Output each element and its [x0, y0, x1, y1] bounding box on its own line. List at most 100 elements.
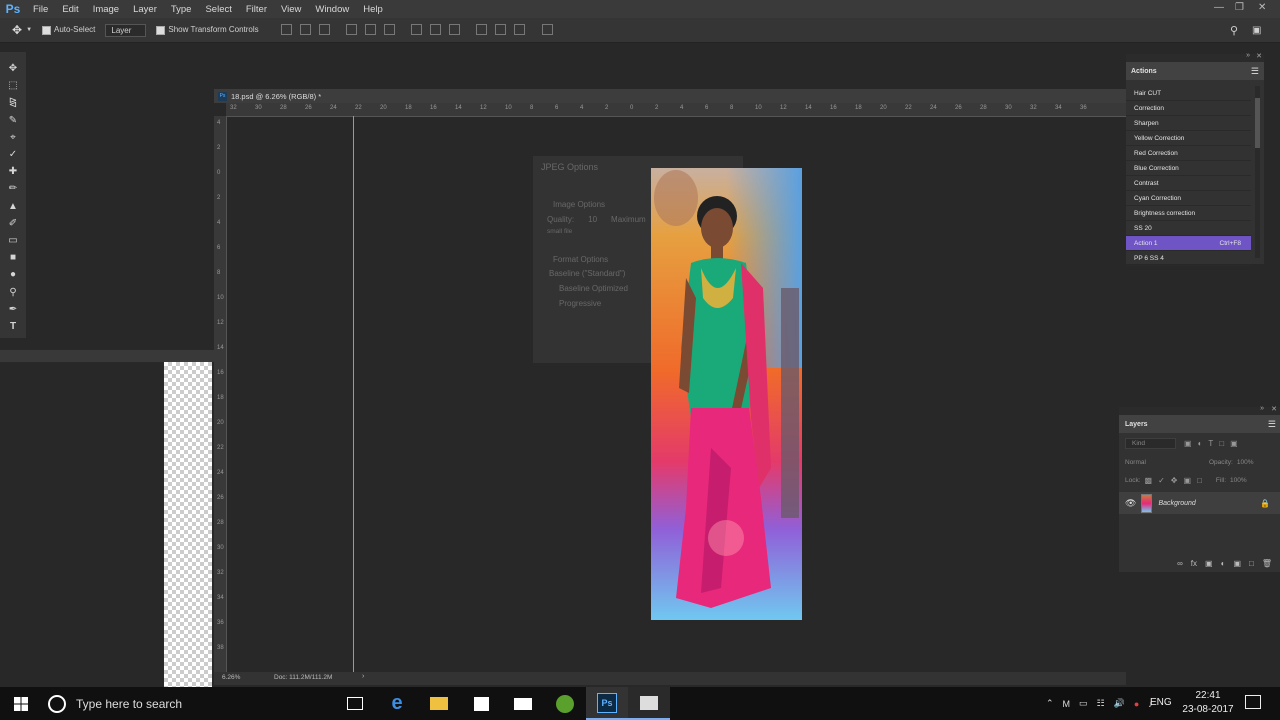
layer-name[interactable]: Background: [1158, 500, 1195, 507]
action-item[interactable]: Action 1 Ctrl+F8: [1126, 236, 1251, 251]
photoshop-taskbar-icon[interactable]: Ps: [586, 687, 628, 720]
new-group-icon[interactable]: ▣: [1233, 559, 1241, 568]
delete-layer-icon[interactable]: 🗑: [1262, 559, 1272, 568]
minimize-icon[interactable]: —: [1214, 2, 1224, 13]
menu-item-window[interactable]: Window: [308, 4, 356, 15]
move-tool-icon[interactable]: ✥: [0, 60, 26, 77]
generic-app-icon[interactable]: [628, 687, 670, 720]
distribute-vcenter-icon[interactable]: [430, 23, 442, 35]
align-hcenter-icon[interactable]: [364, 23, 376, 35]
history-brush-icon[interactable]: ✐: [0, 215, 26, 232]
edge-icon[interactable]: e: [376, 687, 418, 720]
action-item[interactable]: Hair CUT: [1126, 86, 1251, 101]
chevron-up-icon[interactable]: ⌃: [1046, 698, 1054, 709]
action-item[interactable]: Contrast: [1126, 176, 1251, 191]
panel-menu-icon[interactable]: ☰: [1251, 66, 1259, 77]
action-item[interactable]: Sharpen: [1126, 116, 1251, 131]
document-tab[interactable]: Ps 18.psd @ 6.26% (RGB/8) *: [214, 89, 1126, 103]
lock-icons[interactable]: ▩✓✥▣□: [1145, 476, 1208, 485]
blur-tool-icon[interactable]: ●: [0, 266, 26, 283]
menu-item-image[interactable]: Image: [86, 4, 126, 15]
marquee-tool-icon[interactable]: ⬚: [0, 77, 26, 94]
distribute-top-icon[interactable]: [411, 23, 423, 35]
mail-icon[interactable]: [502, 687, 544, 720]
guide-line[interactable]: [353, 116, 354, 672]
panel-close-icon[interactable]: ✕: [1271, 405, 1277, 413]
align-vcenter-icon[interactable]: [299, 23, 311, 35]
pen-tool-icon[interactable]: ✒: [0, 301, 26, 318]
blend-mode-dropdown[interactable]: Normal: [1125, 459, 1195, 466]
action-item[interactable]: SS 20: [1126, 221, 1251, 236]
panel-menu-icon[interactable]: ☰: [1268, 419, 1276, 430]
store-icon[interactable]: [460, 687, 502, 720]
taskbar-search[interactable]: Type here to search: [42, 687, 334, 720]
action-item[interactable]: Cyan Correction: [1126, 191, 1251, 206]
actions-tab[interactable]: Actions ☰: [1126, 62, 1264, 80]
gradient-tool-icon[interactable]: ■: [0, 249, 26, 266]
healing-tool-icon[interactable]: ✚: [0, 163, 26, 180]
dodge-tool-icon[interactable]: ⚲: [0, 283, 26, 300]
network-icon[interactable]: ☷: [1097, 698, 1105, 709]
language-indicator[interactable]: ENG: [1150, 697, 1172, 708]
horizontal-ruler[interactable]: 32 30 28 26 24 22 20 18 16 14 12 10 8 6 4 2 0 2 4 6 8 10 12 14 1…: [226, 103, 1126, 117]
auto-select-checkbox[interactable]: Auto-Select: [42, 25, 95, 35]
distribute-left-icon[interactable]: [476, 23, 488, 35]
layers-tab[interactable]: Layers ☰: [1119, 415, 1280, 433]
windows-start-icon[interactable]: [0, 687, 42, 720]
adjustment-layer-icon[interactable]: ◐: [1221, 559, 1226, 568]
clock[interactable]: 22:41 23-08-2017: [1180, 689, 1236, 717]
stamp-tool-icon[interactable]: ▲: [0, 198, 26, 215]
quick-select-tool-icon[interactable]: ✎: [0, 112, 26, 129]
action-item[interactable]: Correction: [1126, 101, 1251, 116]
align-top-icon[interactable]: [280, 23, 292, 35]
distribute-right-icon[interactable]: [514, 23, 526, 35]
lasso-tool-icon[interactable]: ⧎: [0, 94, 26, 111]
crop-tool-icon[interactable]: ⌖: [0, 129, 26, 146]
distribute-bottom-icon[interactable]: [449, 23, 461, 35]
auto-align-icon[interactable]: [541, 23, 553, 35]
volume-icon[interactable]: 🔊: [1114, 698, 1125, 709]
align-left-icon[interactable]: [345, 23, 357, 35]
menu-item-type[interactable]: Type: [164, 4, 199, 15]
actions-scrollbar[interactable]: [1255, 86, 1260, 258]
photo-canvas[interactable]: [651, 168, 802, 620]
notification-icon[interactable]: [1245, 695, 1261, 709]
search-icon[interactable]: ⚲: [1230, 24, 1238, 37]
menu-item-select[interactable]: Select: [198, 4, 238, 15]
eyedropper-tool-icon[interactable]: ✓: [0, 146, 26, 163]
link-layers-icon[interactable]: ∞: [1177, 559, 1183, 568]
menu-item-view[interactable]: View: [274, 4, 308, 15]
add-mask-icon[interactable]: ▣: [1205, 559, 1213, 568]
layer-filter-kind[interactable]: Kind: [1125, 437, 1177, 449]
align-right-icon[interactable]: [383, 23, 395, 35]
action-item[interactable]: Brightness correction: [1126, 206, 1251, 221]
brush-tool-icon[interactable]: ✏: [0, 180, 26, 197]
restore-icon[interactable]: ❐: [1235, 2, 1244, 13]
workspace-icon[interactable]: ▣: [1252, 25, 1261, 36]
layer-select-dropdown[interactable]: Layer: [105, 23, 147, 37]
utorrent-icon[interactable]: [544, 687, 586, 720]
action-item[interactable]: Yellow Correction: [1126, 131, 1251, 146]
visibility-eye-icon[interactable]: 👁: [1125, 498, 1136, 509]
type-tool-icon[interactable]: T: [0, 318, 26, 335]
close-icon[interactable]: ✕: [1258, 2, 1266, 13]
filter-icons[interactable]: ▣◐T□▣: [1184, 439, 1244, 448]
collapse-icon[interactable]: »: [1246, 52, 1250, 59]
eraser-tool-icon[interactable]: ▭: [0, 232, 26, 249]
action-item[interactable]: Red Correction: [1126, 146, 1251, 161]
chevron-down-icon[interactable]: ▼: [26, 27, 32, 33]
collapse-icon[interactable]: »: [1260, 405, 1264, 412]
menu-item-filter[interactable]: Filter: [239, 4, 274, 15]
chevron-right-icon[interactable]: ›: [362, 673, 364, 680]
vertical-ruler[interactable]: 4 2 0 2 4 6 8 10 12 14 16 18 20 22 24 26 28 30 32 34 36 38: [214, 116, 227, 672]
menu-item-edit[interactable]: Edit: [55, 4, 85, 15]
zoom-level[interactable]: 6.26%: [222, 674, 240, 681]
file-explorer-icon[interactable]: [418, 687, 460, 720]
fx-icon[interactable]: fx: [1191, 559, 1197, 568]
align-bottom-icon[interactable]: [318, 23, 330, 35]
action-item[interactable]: Blue Correction: [1126, 161, 1251, 176]
move-tool-icon[interactable]: ✥: [12, 23, 22, 37]
layer-row-background[interactable]: 👁 Background 🔒: [1119, 492, 1280, 514]
distribute-hcenter-icon[interactable]: [495, 23, 507, 35]
battery-icon[interactable]: ▭: [1079, 698, 1088, 709]
